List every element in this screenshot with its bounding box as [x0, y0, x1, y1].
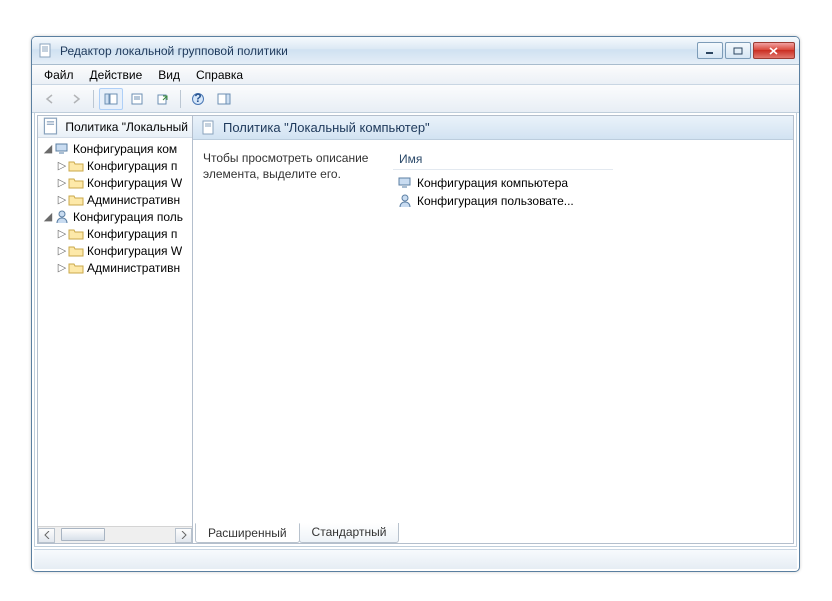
user-icon — [54, 209, 70, 225]
scroll-thumb[interactable] — [61, 528, 105, 541]
tree-label: Конфигурация W — [87, 244, 182, 258]
expand-icon[interactable]: ▷ — [56, 193, 68, 206]
tree-item-user-windows[interactable]: ▷ Конфигурация W — [38, 242, 192, 259]
list-label: Конфигурация компьютера — [417, 176, 568, 190]
main-title: Политика "Локальный компьютер" — [223, 120, 430, 135]
help-button[interactable]: ? — [186, 88, 210, 110]
tree-label: Конфигурация W — [87, 176, 182, 190]
show-action-pane-button[interactable] — [212, 88, 236, 110]
minimize-button[interactable] — [697, 42, 723, 59]
app-window: Редактор локальной групповой политики Фа… — [31, 36, 800, 572]
menubar: Файл Действие Вид Справка — [32, 65, 799, 85]
folder-icon — [68, 158, 84, 174]
menu-view[interactable]: Вид — [150, 66, 188, 84]
forward-button[interactable] — [64, 88, 88, 110]
list-label: Конфигурация пользовате... — [417, 194, 574, 208]
tree-header[interactable]: Политика "Локальный — [38, 116, 192, 138]
expand-icon[interactable]: ▷ — [56, 244, 68, 257]
expand-icon[interactable]: ▷ — [56, 176, 68, 189]
tree-item-software-settings[interactable]: ▷ Конфигурация п — [38, 157, 192, 174]
menu-help[interactable]: Справка — [188, 66, 251, 84]
tree-label: Конфигурация п — [87, 159, 177, 173]
policy-icon — [42, 117, 61, 136]
folder-icon — [68, 226, 84, 242]
tree-item-admin-templates[interactable]: ▷ Административн — [38, 191, 192, 208]
list-pane: Имя Конфигурация компьютера Конфигурация… — [393, 150, 793, 521]
tree-label: Конфигурация ком — [73, 142, 177, 156]
show-tree-button[interactable] — [99, 88, 123, 110]
expand-icon[interactable]: ▷ — [56, 159, 68, 172]
computer-icon — [397, 175, 413, 191]
tree-item-computer-config[interactable]: ◢ Конфигурация ком — [38, 140, 192, 157]
svg-text:?: ? — [194, 92, 201, 105]
main-header: Политика "Локальный компьютер" — [193, 116, 793, 140]
tree-item-user-config[interactable]: ◢ Конфигурация поль — [38, 208, 192, 225]
content-area: Политика "Локальный ◢ Конфигурация ком ▷ К… — [34, 113, 797, 547]
computer-icon — [54, 141, 70, 157]
tree-body: ◢ Конфигурация ком ▷ Конфигурация п ▷ Конфи… — [38, 138, 192, 526]
view-tabs: Расширенный Стандартный — [193, 521, 793, 543]
column-headers: Имя — [393, 150, 793, 170]
column-name[interactable]: Имя — [393, 150, 613, 170]
folder-icon — [68, 175, 84, 191]
tree-item-windows-settings[interactable]: ▷ Конфигурация W — [38, 174, 192, 191]
tree-item-user-software[interactable]: ▷ Конфигурация п — [38, 225, 192, 242]
maximize-button[interactable] — [725, 42, 751, 59]
tree-label: Конфигурация п — [87, 227, 177, 241]
user-icon — [397, 193, 413, 209]
expand-icon[interactable]: ▷ — [56, 227, 68, 240]
description-pane: Чтобы просмотреть описание элемента, выд… — [193, 150, 393, 521]
properties-button[interactable] — [125, 88, 149, 110]
list-rows: Конфигурация компьютера Конфигурация пол… — [393, 170, 793, 214]
tab-extended[interactable]: Расширенный — [195, 523, 300, 543]
collapse-icon[interactable]: ◢ — [42, 210, 54, 223]
tree-hscrollbar[interactable] — [38, 526, 192, 543]
tree-pane: Политика "Локальный ◢ Конфигурация ком ▷ К… — [37, 115, 193, 544]
policy-icon — [201, 120, 217, 136]
main-pane: Политика "Локальный компьютер" Чтобы про… — [193, 115, 794, 544]
main-body: Чтобы просмотреть описание элемента, выд… — [193, 140, 793, 521]
tree-item-user-admin[interactable]: ▷ Административн — [38, 259, 192, 276]
close-button[interactable] — [753, 42, 795, 59]
toolbar-separator — [180, 90, 181, 108]
folder-icon — [68, 192, 84, 208]
tab-standard[interactable]: Стандартный — [299, 523, 400, 543]
back-button[interactable] — [38, 88, 62, 110]
tree-label: Административн — [87, 261, 180, 275]
folder-icon — [68, 243, 84, 259]
folder-icon — [68, 260, 84, 276]
app-icon — [38, 43, 54, 59]
toolbar-separator — [93, 90, 94, 108]
window-controls — [697, 42, 795, 59]
tree-label: Административн — [87, 193, 180, 207]
scroll-track[interactable] — [55, 528, 175, 543]
list-item-computer-config[interactable]: Конфигурация компьютера — [393, 174, 793, 192]
menu-action[interactable]: Действие — [82, 66, 151, 84]
tree-label: Конфигурация поль — [73, 210, 183, 224]
tree-root-label: Политика "Локальный — [65, 120, 188, 134]
menu-file[interactable]: Файл — [36, 66, 82, 84]
toolbar: ? — [32, 85, 799, 113]
list-item-user-config[interactable]: Конфигурация пользовате... — [393, 192, 793, 210]
window-title: Редактор локальной групповой политики — [60, 44, 697, 58]
expand-icon[interactable]: ▷ — [56, 261, 68, 274]
titlebar[interactable]: Редактор локальной групповой политики — [32, 37, 799, 65]
scroll-right-button[interactable] — [175, 528, 192, 543]
scroll-left-button[interactable] — [38, 528, 55, 543]
collapse-icon[interactable]: ◢ — [42, 142, 54, 155]
statusbar — [34, 549, 797, 569]
export-button[interactable] — [151, 88, 175, 110]
